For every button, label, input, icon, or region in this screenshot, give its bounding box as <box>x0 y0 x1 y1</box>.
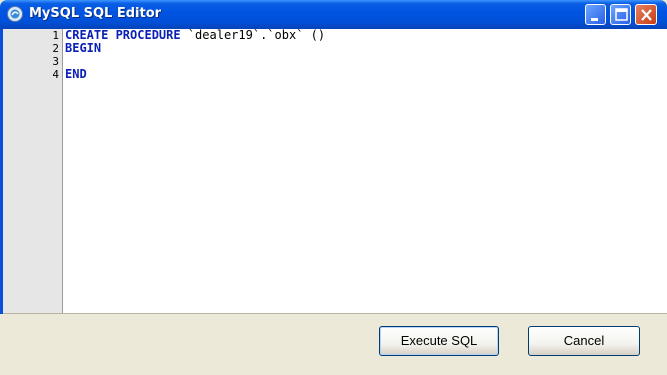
window-title: MySQL SQL Editor <box>29 6 162 21</box>
code-line[interactable]: END <box>65 68 87 81</box>
close-icon <box>641 9 652 21</box>
maximize-button[interactable] <box>610 4 631 25</box>
line-number: 4 <box>52 68 59 81</box>
code-line[interactable]: BEGIN <box>65 42 101 55</box>
maximize-icon <box>615 8 628 21</box>
minimize-button[interactable] <box>585 4 606 25</box>
mysql-app-icon[interactable] <box>7 6 23 22</box>
code-line[interactable]: CREATE PROCEDURE `dealer19`.`obx` () <box>65 29 325 42</box>
sql-keyword: END <box>65 67 87 81</box>
title-bar[interactable]: MySQL SQL Editor <box>0 0 667 29</box>
minimize-icon <box>591 18 598 21</box>
line-number: 2 <box>52 42 59 55</box>
line-number: 3 <box>52 55 59 68</box>
cancel-button[interactable]: Cancel <box>528 326 640 356</box>
sql-editor[interactable]: 1 2 3 4 CREATE PROCEDURE `dealer19`.`obx… <box>3 29 667 314</box>
line-number-gutter: 1 2 3 4 <box>3 29 63 313</box>
sql-keyword: BEGIN <box>65 41 102 55</box>
execute-sql-button[interactable]: Execute SQL <box>379 326 499 356</box>
line-number: 1 <box>52 29 59 42</box>
sql-identifier: `dealer19`.`obx` () <box>180 28 326 42</box>
sql-editor-window: MySQL SQL Editor 1 2 3 4 CREATE PROCEDUR… <box>0 0 667 375</box>
sql-keyword: CREATE PROCEDURE <box>65 28 181 42</box>
close-button[interactable] <box>635 4 657 25</box>
